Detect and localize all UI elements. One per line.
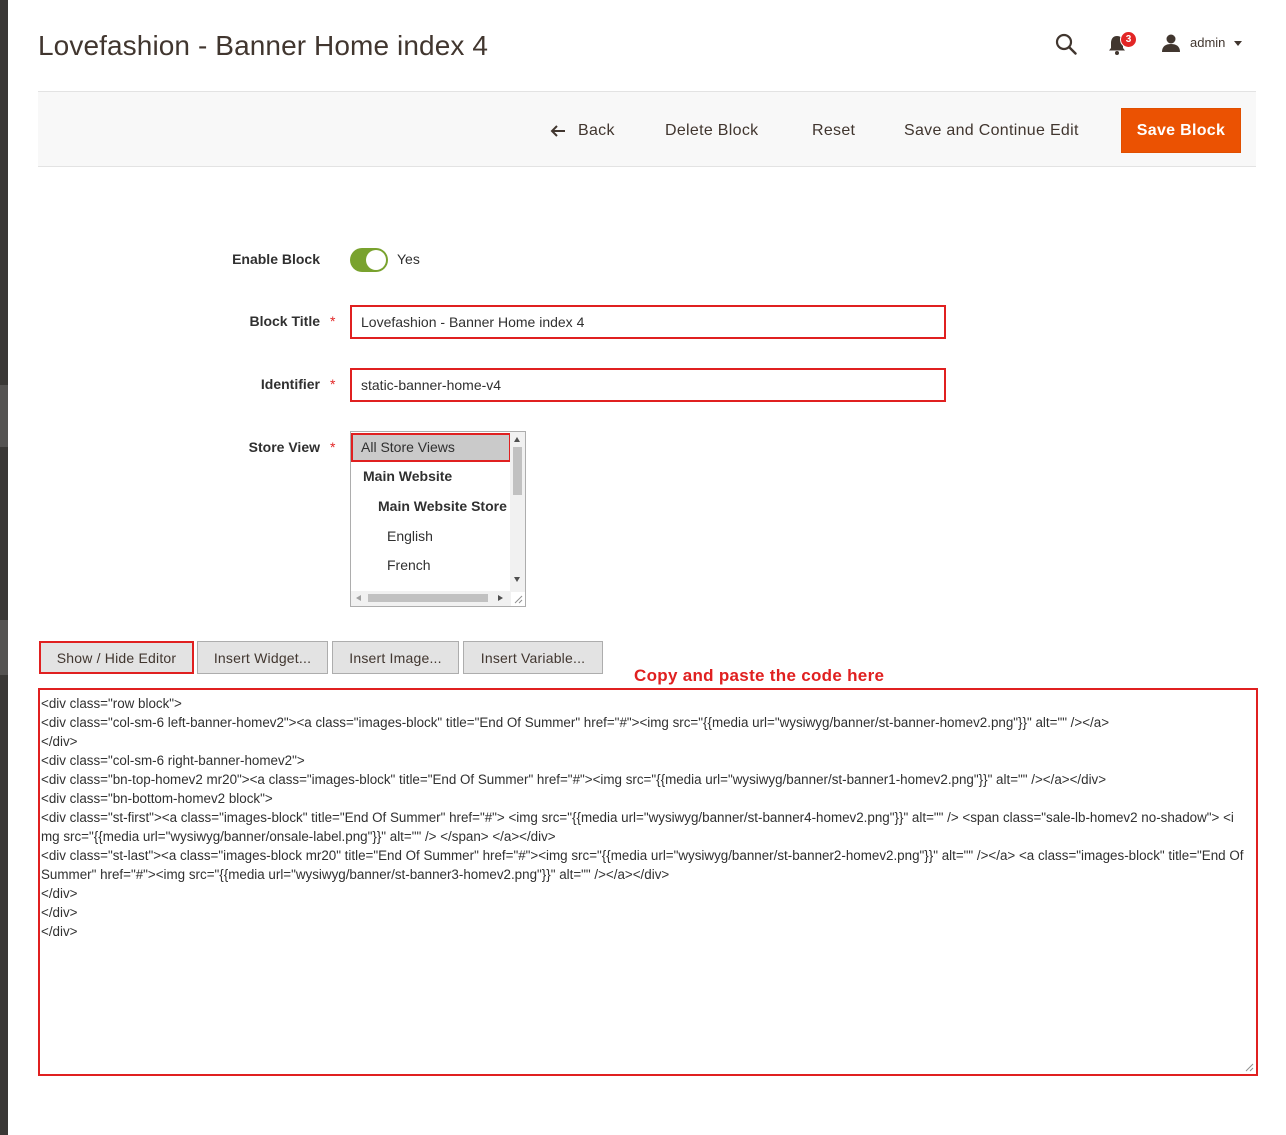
- code-line: </div>: [41, 924, 78, 939]
- code-line: <div class="col-sm-6 right-banner-homev2…: [41, 753, 305, 768]
- annotation-text: Copy and paste the code here: [634, 666, 885, 685]
- store-view-option-english[interactable]: English: [387, 528, 433, 544]
- enable-block-label: Enable Block: [232, 251, 320, 267]
- code-line: <div class="bn-top-homev2 mr20"><a class…: [41, 772, 1107, 787]
- scroll-down-icon[interactable]: [514, 577, 520, 582]
- toggle-knob: [366, 250, 386, 270]
- code-line: <div class="st-last"><a class="images-bl…: [41, 848, 1248, 882]
- scroll-left-icon[interactable]: [356, 595, 361, 601]
- store-view-option-website[interactable]: Main Website: [363, 468, 452, 484]
- scrollbar-thumb[interactable]: [513, 447, 522, 495]
- code-line: </div>: [41, 905, 78, 920]
- enable-block-value: Yes: [397, 251, 420, 267]
- code-line: <div class="row block">: [41, 696, 182, 711]
- delete-block-button[interactable]: Delete Block: [665, 108, 758, 153]
- identifier-input[interactable]: [350, 368, 946, 402]
- admin-user-menu[interactable]: admin: [1190, 35, 1225, 50]
- insert-widget-button[interactable]: Insert Widget...: [197, 641, 328, 674]
- reset-button[interactable]: Reset: [812, 108, 855, 153]
- scroll-right-icon[interactable]: [498, 595, 503, 601]
- save-block-button[interactable]: Save Block: [1121, 108, 1241, 153]
- store-view-option-french[interactable]: French: [387, 557, 431, 573]
- required-asterisk: *: [330, 376, 336, 392]
- page-actions-bar: Back Delete Block Reset Save and Continu…: [38, 91, 1256, 167]
- admin-sidebar-edge: [0, 0, 8, 1135]
- back-button[interactable]: Back: [550, 108, 615, 153]
- content-textarea[interactable]: <div class="row block"> <div class="col-…: [38, 688, 1258, 1076]
- notification-count-badge: 3: [1120, 31, 1137, 48]
- search-icon[interactable]: [1055, 33, 1077, 55]
- code-line: </div>: [41, 886, 78, 901]
- scroll-up-icon[interactable]: [514, 437, 520, 442]
- store-view-label: Store View: [248, 439, 320, 455]
- code-line: <div class="bn-bottom-homev2 block">: [41, 791, 273, 806]
- back-button-label: Back: [578, 121, 615, 139]
- store-view-multiselect[interactable]: All Store Views Main Website Main Websit…: [350, 431, 526, 607]
- horizontal-scrollbar[interactable]: [351, 591, 511, 606]
- user-icon[interactable]: [1161, 33, 1181, 53]
- sidebar-edge-highlight: [0, 620, 8, 675]
- store-view-option-store[interactable]: Main Website Store: [378, 498, 507, 514]
- block-title-input[interactable]: [350, 305, 946, 339]
- code-line: <div class="col-sm-6 left-banner-homev2"…: [41, 715, 1110, 730]
- page-title: Lovefashion - Banner Home index 4: [38, 30, 489, 61]
- insert-variable-button[interactable]: Insert Variable...: [463, 641, 603, 674]
- sidebar-edge-highlight: [0, 385, 8, 447]
- block-title-label: Block Title: [249, 313, 320, 329]
- resize-grip-icon[interactable]: [513, 594, 523, 604]
- arrow-left-icon: [550, 124, 565, 137]
- save-and-continue-button[interactable]: Save and Continue Edit: [904, 108, 1079, 153]
- resize-grip-icon[interactable]: [1244, 1062, 1254, 1072]
- code-line: <div class="st-first"><a class="images-b…: [41, 810, 1234, 844]
- required-asterisk: *: [330, 439, 336, 455]
- required-asterisk: *: [330, 313, 336, 329]
- vertical-scrollbar[interactable]: [510, 432, 525, 592]
- identifier-label: Identifier: [260, 376, 320, 392]
- store-view-option-all[interactable]: All Store Views: [361, 439, 455, 455]
- show-hide-editor-button[interactable]: Show / Hide Editor: [39, 641, 194, 674]
- insert-image-button[interactable]: Insert Image...: [332, 641, 459, 674]
- code-line: </div>: [41, 734, 78, 749]
- scrollbar-thumb[interactable]: [368, 594, 488, 602]
- enable-block-toggle[interactable]: [350, 248, 388, 272]
- chevron-down-icon[interactable]: [1234, 41, 1242, 46]
